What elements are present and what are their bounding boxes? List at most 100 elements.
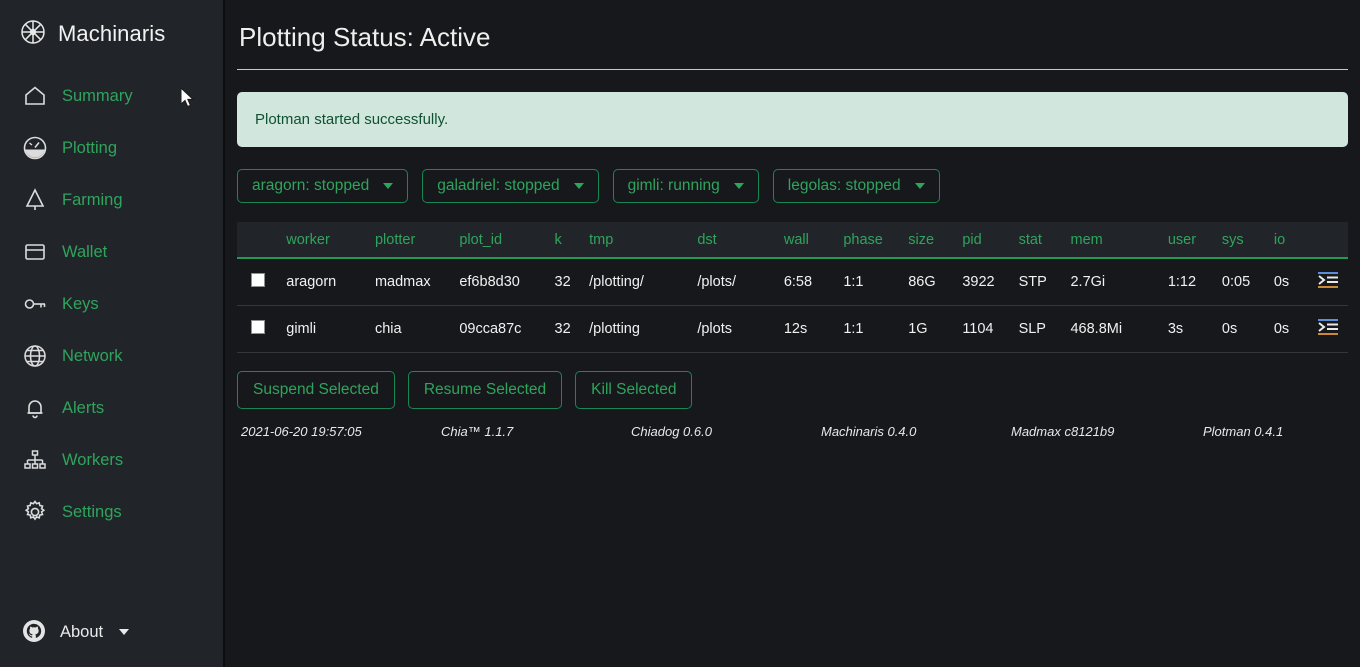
kill-selected-button[interactable]: Kill Selected [575, 371, 693, 409]
cell-log [1311, 258, 1348, 306]
sidebar-item-label: Plotting [62, 138, 118, 157]
worker-dropdown-galadriel[interactable]: galadriel: stopped [422, 169, 599, 203]
column-header-user[interactable]: user [1161, 222, 1216, 259]
cell-log [1311, 305, 1348, 353]
sidebar-item-alerts[interactable]: Alerts [0, 382, 223, 434]
brand-title: Machinaris [58, 21, 166, 46]
column-header-k[interactable]: k [548, 222, 584, 259]
column-header-log [1311, 222, 1348, 259]
sidebar-item-keys[interactable]: Keys [0, 278, 223, 330]
row-checkbox[interactable] [251, 320, 265, 334]
sidebar-item-farming[interactable]: Farming [0, 174, 223, 226]
cell-wall: 12s [777, 305, 838, 353]
cell-pid: 3922 [956, 258, 1013, 306]
worker-dropdown-label: gimli: running [627, 177, 720, 194]
chevron-down-icon [573, 183, 584, 189]
column-header-pid[interactable]: pid [956, 222, 1013, 259]
cell-wall: 6:58 [777, 258, 838, 306]
cell-dst: /plots [691, 305, 778, 353]
key-icon [22, 291, 48, 317]
cell-plot-id: ef6b8d30 [453, 258, 549, 306]
column-header-mem[interactable]: mem [1064, 222, 1162, 259]
plots-table: worker plotter plot_id k tmp dst wall ph… [237, 222, 1348, 353]
cell-tmp: /plotting [583, 305, 692, 353]
sidebar-item-label: Workers [62, 450, 124, 469]
sidebar-item-label: Keys [62, 294, 99, 313]
cell-io: 0s [1267, 305, 1312, 353]
main-content: Plotting Status: Active Plotman started … [225, 0, 1360, 667]
cell-stat: STP [1012, 258, 1065, 306]
column-header-wall[interactable]: wall [777, 222, 838, 259]
chevron-down-icon [119, 629, 130, 635]
cell-worker: aragorn [280, 258, 369, 306]
cell-size: 1G [902, 305, 957, 353]
suspend-selected-button[interactable]: Suspend Selected [237, 371, 395, 409]
sidebar-item-settings[interactable]: Settings [0, 486, 223, 538]
console-log-icon[interactable] [1317, 272, 1339, 293]
cell-k: 32 [548, 305, 584, 353]
table-row: gimli chia 09cca87c 32 /plotting /plots … [237, 305, 1348, 353]
cell-user: 1:12 [1161, 258, 1216, 306]
about-section: About [0, 615, 223, 649]
row-checkbox[interactable] [251, 273, 265, 287]
app-root: Machinaris Summary Plotting Farming Wall… [0, 0, 1360, 667]
column-header-select[interactable] [237, 222, 281, 259]
sidebar-item-plotting[interactable]: Plotting [0, 122, 223, 174]
sidebar-item-wallet[interactable]: Wallet [0, 226, 223, 278]
column-header-dst[interactable]: dst [691, 222, 778, 259]
cell-sys: 0s [1215, 305, 1268, 353]
cell-sys: 0:05 [1215, 258, 1268, 306]
cell-k: 32 [548, 258, 584, 306]
column-header-sys[interactable]: sys [1215, 222, 1268, 259]
worker-dropdown-aragorn[interactable]: aragorn: stopped [237, 169, 409, 203]
resume-selected-button[interactable]: Resume Selected [407, 371, 563, 409]
sidebar-item-network[interactable]: Network [0, 330, 223, 382]
cell-mem: 468.8Mi [1064, 305, 1162, 353]
bell-icon [22, 395, 48, 421]
footer: 2021-06-20 19:57:05 Chia™ 1.1.7 Chiadog … [237, 424, 1348, 439]
cell-size: 86G [902, 258, 957, 306]
cell-plotter: chia [368, 305, 454, 353]
brand[interactable]: Machinaris [0, 0, 223, 54]
footer-chiadog-version: Chiadog 0.6.0 [631, 424, 712, 439]
wallet-icon [22, 239, 48, 265]
column-header-size[interactable]: size [902, 222, 957, 259]
flower-wheel-logo-icon [20, 19, 46, 50]
worker-dropdown-label: legolas: stopped [787, 177, 901, 194]
column-header-io[interactable]: io [1267, 222, 1312, 259]
row-select-cell [237, 258, 281, 306]
worker-dropdown-label: aragorn: stopped [252, 177, 370, 194]
sidebar-item-about[interactable]: About [0, 615, 223, 649]
column-header-stat[interactable]: stat [1012, 222, 1065, 259]
table-header: worker plotter plot_id k tmp dst wall ph… [237, 222, 1348, 259]
cell-io: 0s [1267, 258, 1312, 306]
chevron-down-icon [733, 183, 744, 189]
column-header-plot-id[interactable]: plot_id [453, 222, 549, 259]
sitemap-icon [22, 447, 48, 473]
worker-dropdown-gimli[interactable]: gimli: running [612, 169, 759, 203]
sidebar-item-label: Summary [62, 86, 133, 105]
footer-madmax-version: Madmax c8121b9 [1011, 424, 1115, 439]
globe-icon [22, 343, 48, 369]
column-header-worker[interactable]: worker [280, 222, 369, 259]
footer-plotman-version: Plotman 0.4.1 [1203, 424, 1284, 439]
sidebar-item-workers[interactable]: Workers [0, 434, 223, 486]
cell-phase: 1:1 [837, 258, 903, 306]
column-header-plotter[interactable]: plotter [368, 222, 454, 259]
chevron-down-icon [914, 183, 925, 189]
worker-dropdown-row: aragorn: stopped galadriel: stopped giml… [237, 169, 1348, 203]
tree-icon [22, 187, 48, 213]
sidebar-item-label: Settings [62, 502, 122, 521]
cell-phase: 1:1 [837, 305, 903, 353]
about-label: About [60, 622, 104, 641]
column-header-phase[interactable]: phase [837, 222, 903, 259]
column-header-tmp[interactable]: tmp [583, 222, 692, 259]
table-header-row: worker plotter plot_id k tmp dst wall ph… [237, 222, 1348, 259]
speedometer-icon [22, 135, 48, 161]
cell-user: 3s [1161, 305, 1216, 353]
console-log-icon[interactable] [1317, 319, 1339, 340]
sidebar-item-label: Network [62, 346, 123, 365]
chevron-down-icon [383, 183, 394, 189]
worker-dropdown-legolas[interactable]: legolas: stopped [772, 169, 940, 203]
row-select-cell [237, 305, 281, 353]
